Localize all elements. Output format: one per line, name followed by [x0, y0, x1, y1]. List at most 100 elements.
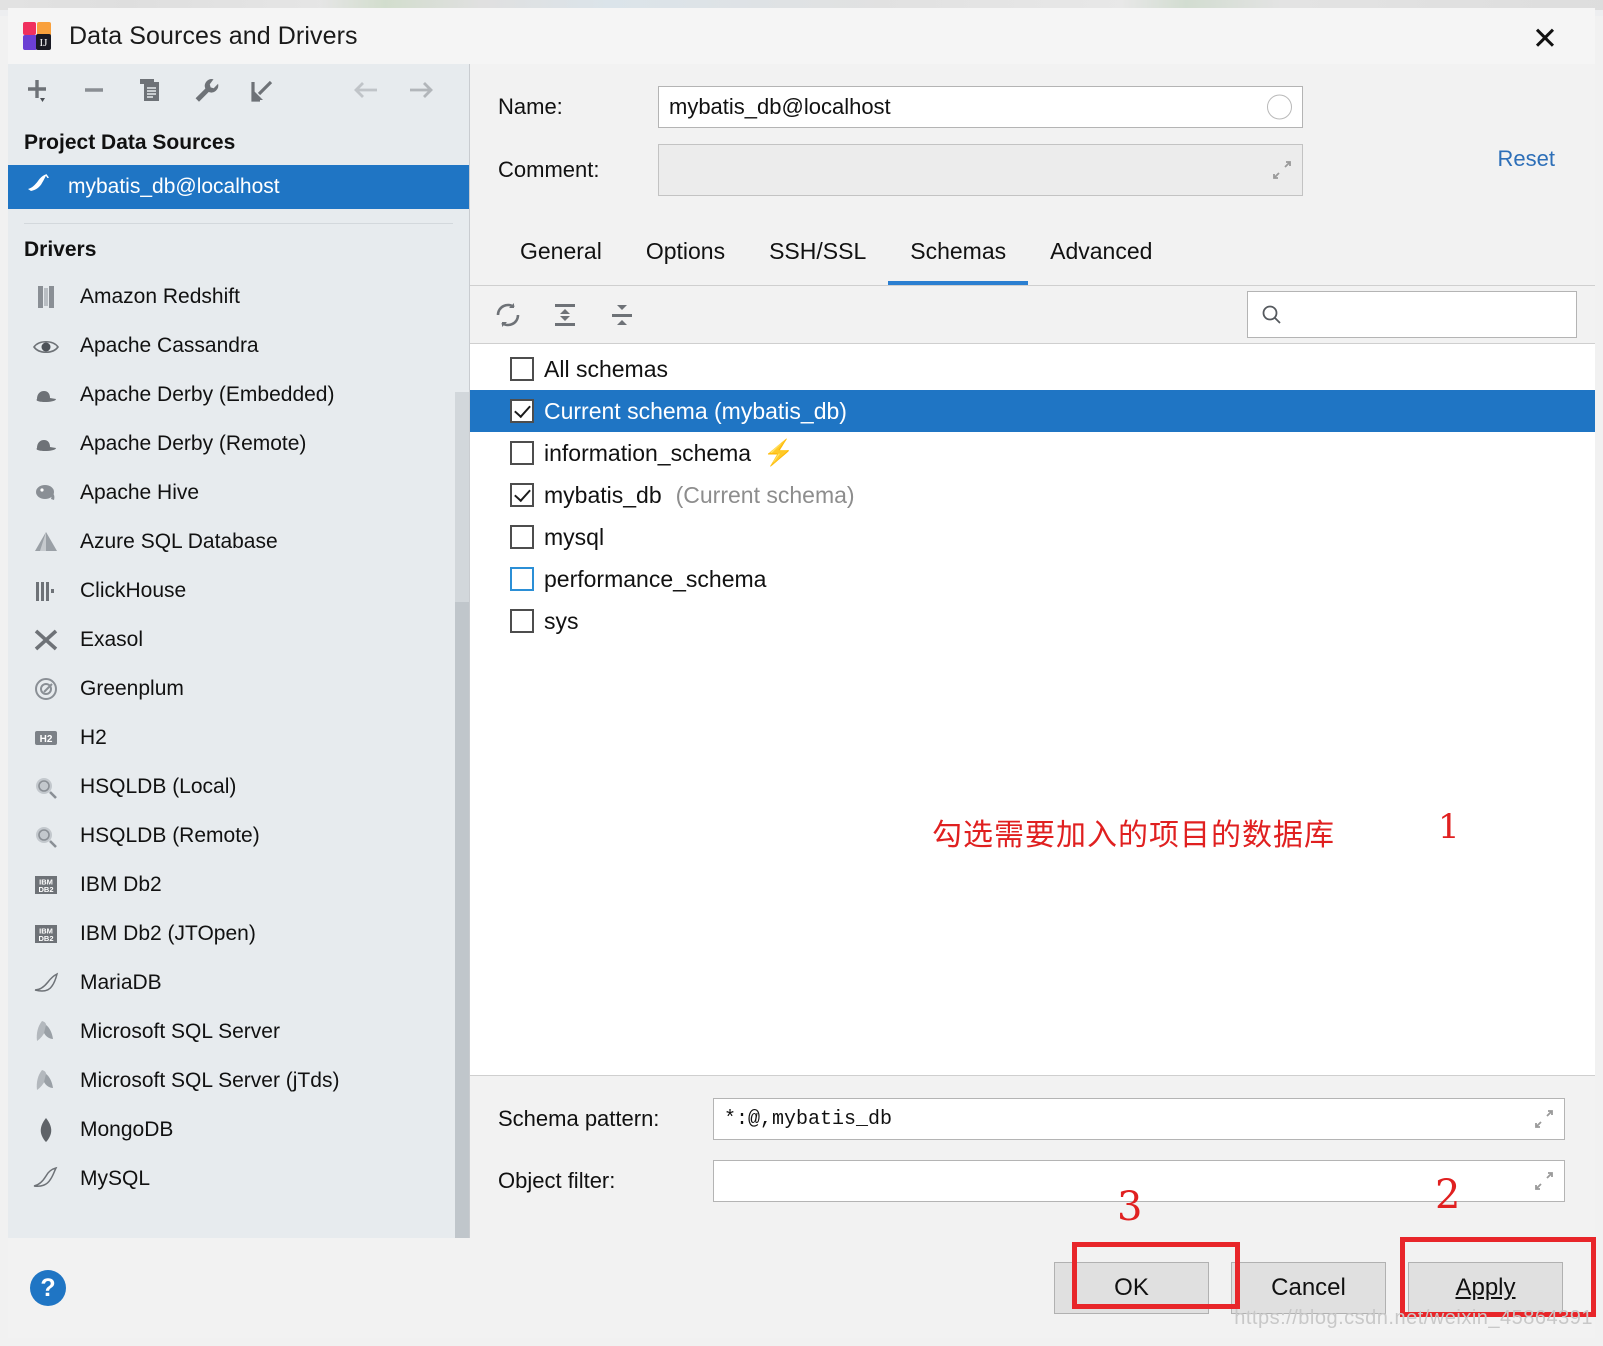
mssql-icon — [30, 1017, 62, 1047]
left-toolbar — [8, 64, 469, 117]
driver-item-label: Apache Derby (Embedded) — [80, 382, 335, 406]
schema-label: All schemas — [544, 355, 668, 382]
settings-tabs: General Options SSH/SSL Schemas Advanced — [470, 224, 1595, 285]
tab-ssh-ssl[interactable]: SSH/SSL — [747, 224, 888, 285]
expand-editor-icon[interactable] — [1271, 159, 1293, 181]
cancel-button[interactable]: Cancel — [1231, 1262, 1386, 1314]
ok-button[interactable]: OK — [1054, 1262, 1209, 1314]
driver-item[interactable]: MySQL — [8, 1154, 469, 1203]
expand-editor-icon[interactable] — [1533, 1108, 1555, 1130]
import-arrow-icon[interactable] — [248, 76, 282, 106]
back-arrow-icon[interactable] — [349, 76, 383, 106]
hsqldb-icon — [30, 772, 62, 802]
schema-search-input[interactable] — [1247, 291, 1577, 338]
azure-icon — [30, 527, 62, 557]
dialog-title: Data Sources and Drivers — [69, 21, 358, 50]
apply-button-label: Apply — [1455, 1274, 1516, 1301]
reset-link[interactable]: Reset — [1498, 146, 1555, 172]
mysql-dolphin-icon — [30, 1164, 62, 1194]
driver-item[interactable]: ClickHouse — [8, 566, 469, 615]
expand-all-icon[interactable] — [549, 299, 581, 331]
driver-item[interactable]: Azure SQL Database — [8, 517, 469, 566]
expand-editor-icon[interactable] — [1533, 1170, 1555, 1192]
forward-arrow-icon[interactable] — [405, 76, 439, 106]
driver-item[interactable]: Apache Cassandra — [8, 321, 469, 370]
tab-general[interactable]: General — [498, 224, 624, 285]
drivers-scrollbar-track[interactable] — [455, 392, 469, 1238]
driver-item[interactable]: Apache Derby (Embedded) — [8, 370, 469, 419]
driver-item[interactable]: MongoDB — [8, 1105, 469, 1154]
schema-row[interactable]: information_schema ⚡ — [470, 432, 1595, 474]
remove-button[interactable] — [80, 76, 114, 106]
driver-item-label: ClickHouse — [80, 578, 187, 602]
svg-text:IJ: IJ — [40, 37, 49, 49]
schema-row[interactable]: performance_schema — [470, 558, 1595, 600]
object-filter-input[interactable] — [713, 1160, 1565, 1202]
schema-checkbox[interactable] — [510, 609, 534, 633]
dialog-buttons: OK Cancel Apply — [1054, 1262, 1563, 1314]
driver-item[interactable]: H2 H2 — [8, 713, 469, 762]
drivers-list[interactable]: Amazon Redshift Apache Cassandra Apache De… — [8, 272, 469, 1238]
derby-hat-icon — [30, 380, 62, 410]
driver-item[interactable]: HSQLDB (Remote) — [8, 811, 469, 860]
driver-item[interactable]: Amazon Redshift — [8, 272, 469, 321]
schema-checkbox[interactable] — [510, 357, 534, 381]
driver-item[interactable]: Greenplum — [8, 664, 469, 713]
refresh-icon[interactable] — [492, 299, 524, 331]
copy-button[interactable] — [136, 76, 170, 106]
left-pane: Project Data Sources mybatis_db@localhos… — [8, 64, 470, 1329]
driver-item[interactable]: IBM DB2 IBM Db2 — [8, 860, 469, 909]
schema-checkbox[interactable] — [510, 441, 534, 465]
help-button[interactable]: ? — [30, 1270, 66, 1306]
comment-label: Comment: — [498, 157, 600, 182]
driver-item[interactable]: MariaDB — [8, 958, 469, 1007]
schema-row[interactable]: All schemas — [470, 348, 1595, 390]
drivers-scrollbar-thumb[interactable] — [455, 602, 469, 1238]
add-button[interactable] — [24, 76, 58, 106]
svg-text:H2: H2 — [40, 734, 53, 745]
exasol-x-icon — [30, 625, 62, 655]
name-input[interactable]: mybatis_db@localhost — [658, 86, 1303, 128]
annotation-schema-note: 勾选需要加入的项目的数据库 — [932, 818, 1335, 853]
schema-row[interactable]: Current schema (mybatis_db) — [470, 390, 1595, 432]
properties-wrench-icon[interactable] — [192, 76, 226, 106]
schema-checkbox[interactable] — [510, 483, 534, 507]
driver-item[interactable]: HSQLDB (Local) — [8, 762, 469, 811]
driver-item[interactable]: Microsoft SQL Server — [8, 1007, 469, 1056]
ibm-db2-icon: IBM DB2 — [30, 919, 62, 949]
data-sources-and-drivers-dialog: IJ Data Sources and Drivers ✕ Project Da… — [8, 8, 1595, 1338]
svg-text:DB2: DB2 — [38, 885, 53, 894]
comment-input[interactable] — [658, 144, 1303, 196]
hsqldb-icon — [30, 821, 62, 851]
driver-item-label: Greenplum — [80, 676, 184, 700]
status-circle-icon — [1267, 94, 1292, 120]
driver-item[interactable]: Exasol — [8, 615, 469, 664]
driver-item[interactable]: Apache Derby (Remote) — [8, 419, 469, 468]
schema-row[interactable]: mybatis_db (Current schema) — [470, 474, 1595, 516]
schema-row[interactable]: mysql — [470, 516, 1595, 558]
apply-button[interactable]: Apply — [1408, 1262, 1563, 1314]
schema-pattern-input[interactable]: *:@,mybatis_db — [713, 1098, 1565, 1140]
derby-hat-icon — [30, 429, 62, 459]
hive-elephant-icon — [30, 478, 62, 508]
tab-options[interactable]: Options — [624, 224, 747, 285]
driver-item-label: HSQLDB (Remote) — [80, 823, 260, 847]
comment-row: Comment: — [498, 144, 1595, 196]
driver-item[interactable]: IBM DB2 IBM Db2 (JTOpen) — [8, 909, 469, 958]
collapse-all-icon[interactable] — [606, 299, 638, 331]
close-icon[interactable]: ✕ — [1525, 18, 1565, 58]
driver-item-label: Apache Cassandra — [80, 333, 259, 357]
schema-checkbox[interactable] — [510, 399, 534, 423]
tab-advanced[interactable]: Advanced — [1028, 224, 1174, 285]
mysql-dolphin-icon — [26, 173, 54, 201]
schema-checkbox[interactable] — [510, 525, 534, 549]
schemas-list[interactable]: All schemas Current schema (mybatis_db) in… — [470, 344, 1595, 1075]
schema-row[interactable]: sys — [470, 600, 1595, 642]
mssql-icon — [30, 1066, 62, 1096]
tab-schemas[interactable]: Schemas — [888, 224, 1029, 285]
driver-item[interactable]: Microsoft SQL Server (jTds) — [8, 1056, 469, 1105]
data-source-item-mybatis-db[interactable]: mybatis_db@localhost — [8, 165, 469, 209]
driver-item[interactable]: Apache Hive — [8, 468, 469, 517]
schema-checkbox[interactable] — [510, 567, 534, 591]
name-row: Name: mybatis_db@localhost — [498, 86, 1595, 128]
